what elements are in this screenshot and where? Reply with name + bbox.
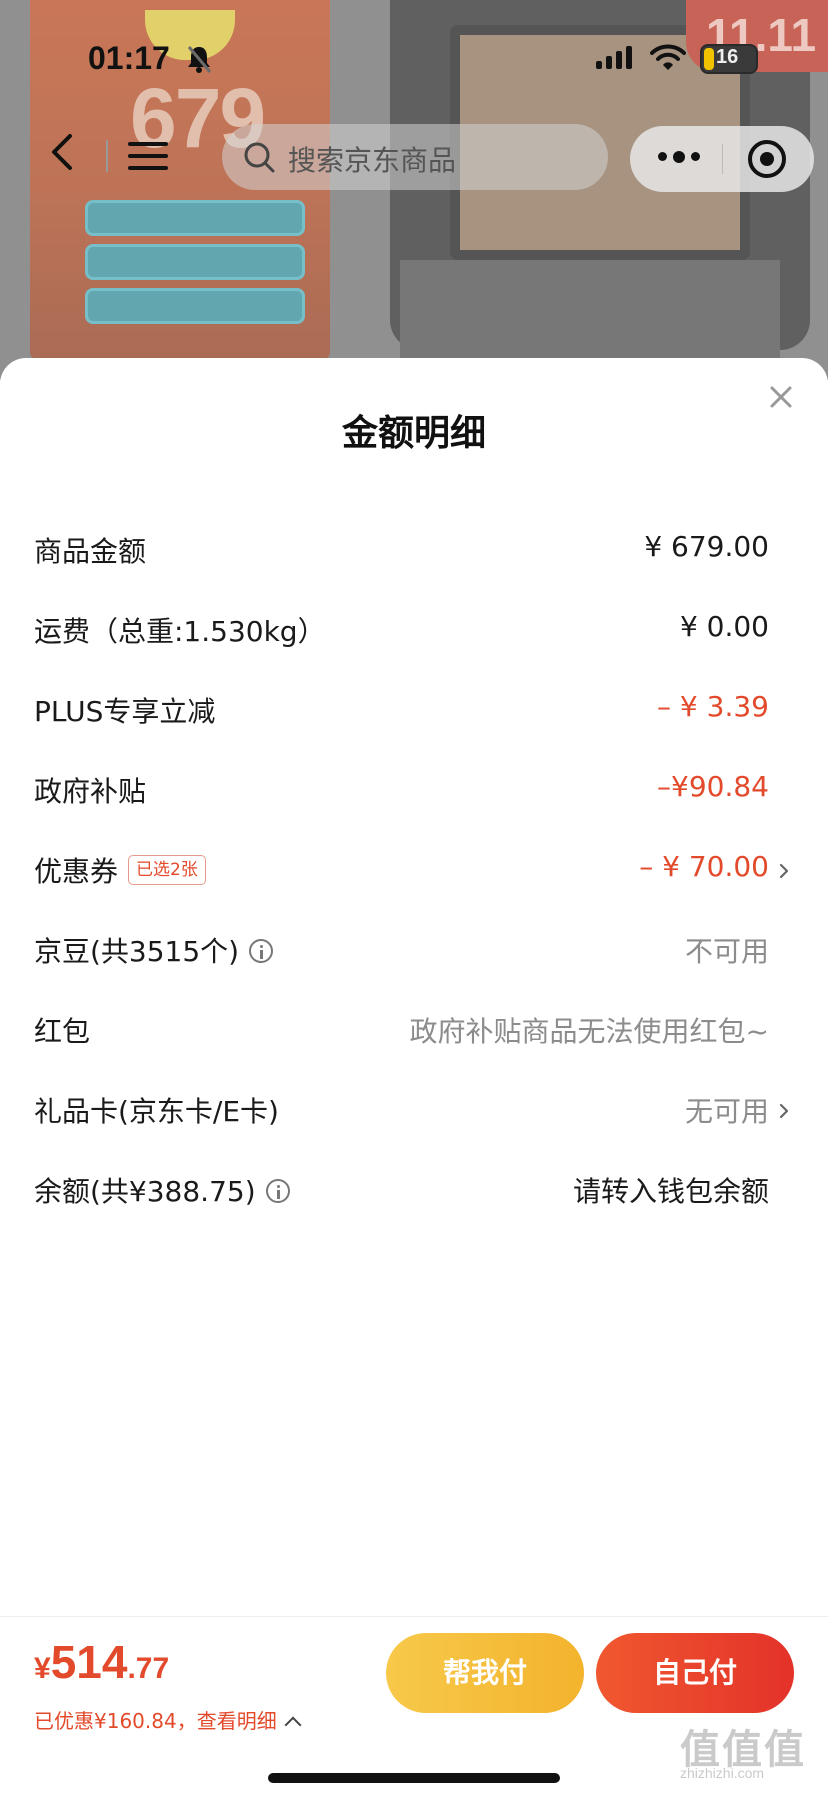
currency-symbol: ¥ <box>34 1652 51 1685</box>
menu-icon[interactable] <box>128 140 168 172</box>
row-value: ¥ 0.00 <box>679 610 769 643</box>
search-bar[interactable]: 搜索京东商品 <box>222 124 608 190</box>
chevron-right-icon <box>779 863 789 879</box>
sheet-title: 金额明细 <box>341 413 486 454</box>
row-label: 优惠券 已选2张 <box>34 850 206 890</box>
row-value: –¥90.84 <box>657 770 769 803</box>
coupon-label: 优惠券 <box>34 855 119 888</box>
total-price: ¥514.77 <box>34 1635 169 1689</box>
miniprogram-capsule <box>630 126 814 192</box>
row-gov-subsidy: 政府补贴 –¥90.84 <box>34 758 794 818</box>
help-me-pay-button[interactable]: 帮我付 <box>386 1633 584 1713</box>
row-gift-card[interactable]: 礼品卡(京东卡/E卡) 无可用 <box>34 1078 794 1138</box>
row-value: ¥ 679.00 <box>644 530 769 563</box>
balance-label: 余额(共¥388.75) <box>34 1175 256 1208</box>
amount-detail-sheet: 金额明细 商品金额 ¥ 679.00 运费（总重:1.530kg） ¥ 0.00… <box>0 358 828 1796</box>
nav-divider <box>106 140 108 172</box>
jd-beans-label: 京豆(共3515个) <box>34 935 240 968</box>
capsule-divider <box>722 144 723 174</box>
search-placeholder: 搜索京东商品 <box>288 144 457 177</box>
silent-bell-icon <box>187 46 212 73</box>
row-value: 政府补贴商品无法使用红包~ <box>409 1015 769 1048</box>
row-label: 京豆(共3515个) <box>34 930 274 970</box>
info-icon[interactable] <box>265 1179 290 1203</box>
chevron-right-icon <box>779 1103 789 1119</box>
row-goods-amount: 商品金额 ¥ 679.00 <box>34 518 794 578</box>
row-shipping: 运费（总重:1.530kg） ¥ 0.00 <box>34 598 794 658</box>
cellular-signal-icon <box>596 46 632 69</box>
row-value: – ¥ 70.00 <box>639 850 769 883</box>
chevron-up-icon <box>284 1716 302 1734</box>
coupon-selected-tag: 已选2张 <box>128 855 206 885</box>
row-balance: 余额(共¥388.75) 请转入钱包余额 <box>34 1158 794 1218</box>
row-jd-beans: 京豆(共3515个) 不可用 <box>34 918 794 978</box>
row-coupons[interactable]: 优惠券 已选2张 – ¥ 70.00 <box>34 838 794 898</box>
saved-detail-link[interactable]: 已优惠¥160.84，查看明细 <box>34 1705 302 1734</box>
row-value: 不可用 <box>684 935 769 968</box>
pay-myself-button[interactable]: 自己付 <box>596 1633 794 1713</box>
back-icon[interactable] <box>48 132 78 172</box>
row-label: 政府补贴 <box>34 775 147 808</box>
row-label: 商品金额 <box>34 535 147 568</box>
saved-text: 已优惠¥160.84，查看明细 <box>34 1709 277 1733</box>
more-icon[interactable] <box>658 150 700 163</box>
row-plus-discount: PLUS专享立减 – ¥ 3.39 <box>34 678 794 738</box>
row-label: 红包 <box>34 1015 91 1048</box>
row-label: 运费（总重:1.530kg） <box>34 615 326 648</box>
payment-bar: ¥514.77 已优惠¥160.84，查看明细 帮我付 自己付 值值值 zhiz… <box>0 1616 828 1796</box>
home-indicator[interactable] <box>268 1773 560 1783</box>
row-label: PLUS专享立减 <box>34 695 216 728</box>
row-value: 无可用 <box>684 1095 769 1128</box>
search-icon <box>244 142 275 173</box>
watermark-url: zhizhizhi.com <box>680 1765 765 1781</box>
row-red-packet: 红包 政府补贴商品无法使用红包~ <box>34 998 794 1058</box>
total-decimal: .77 <box>127 1652 170 1685</box>
wifi-icon <box>650 44 686 70</box>
close-miniprogram-icon[interactable] <box>748 140 786 178</box>
row-value: – ¥ 3.39 <box>657 690 769 723</box>
battery-icon: 16 <box>700 44 758 74</box>
row-label: 礼品卡(京东卡/E卡) <box>34 1095 279 1128</box>
watermark: 值值值 zhizhizhi.com <box>680 1717 820 1781</box>
info-icon[interactable] <box>249 939 274 963</box>
total-integer: 514 <box>50 1636 128 1688</box>
row-value[interactable]: 请转入钱包余额 <box>573 1170 769 1210</box>
status-time: 01:17 <box>88 40 170 76</box>
row-label: 余额(共¥388.75) <box>34 1170 290 1210</box>
